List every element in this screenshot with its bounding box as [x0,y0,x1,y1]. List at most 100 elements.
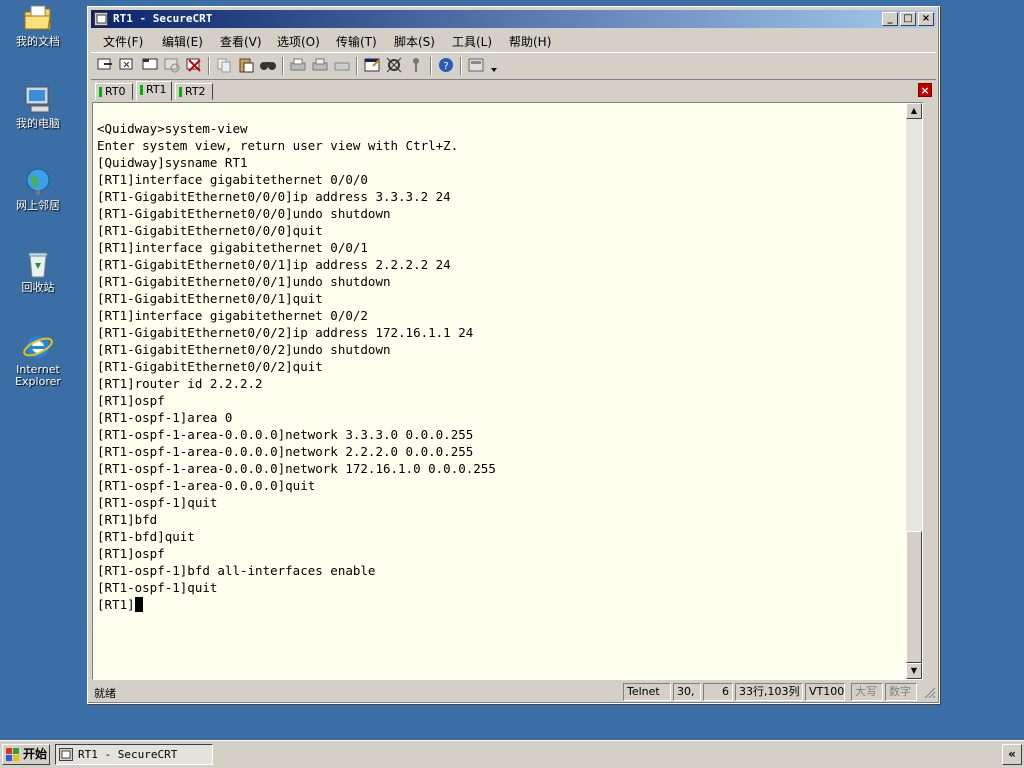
menu-tools[interactable]: 工具(L) [452,33,492,50]
terminal-line: [RT1-ospf-1-area-0.0.0.0]quit [97,478,316,493]
tab-rt1[interactable]: RT1 [136,81,172,101]
status-ready: 就绪 [94,687,116,700]
connect-in-tab-icon[interactable] [141,56,159,74]
global-options-icon[interactable] [385,56,403,74]
keymap-icon[interactable] [407,56,425,74]
svg-text:?: ? [443,61,448,72]
terminal-line: [RT1]interface gigabitethernet 0/0/1 [97,240,368,255]
terminal-cursor [134,597,143,612]
status-protocol: Telnet [623,683,671,701]
menu-help[interactable]: 帮助(H) [509,33,551,50]
tab-label: RT2 [185,85,206,98]
menu-script[interactable]: 脚本(S) [394,33,435,50]
disconnect-icon[interactable] [185,56,203,74]
help-icon[interactable]: ? [437,56,455,74]
desktop-icon-recycle-bin[interactable]: 回收站 [6,248,70,294]
terminal-line: [RT1-ospf-1]quit [97,495,218,510]
terminal-line: [RT1-GigabitEthernet0/0/0]quit [97,223,323,238]
desktop-icon-label: 回收站 [21,281,55,294]
menu-file[interactable]: 文件(F) [103,33,143,50]
status-size: 33行,103列 [735,683,803,701]
menu-edit[interactable]: 编辑(E) [162,33,203,50]
status-row: 30, [673,683,701,701]
securecrt-app-icon [59,748,73,761]
print-setup-icon[interactable] [333,56,351,74]
copy-icon[interactable] [215,56,233,74]
window-title: RT1 - SecureCRT [113,12,213,25]
network-places-icon [26,168,50,195]
terminal-line: [RT1-GigabitEthernet0/0/2]quit [97,359,323,374]
terminal-line: [RT1]interface gigabitethernet 0/0/0 [97,172,368,187]
desktop-icon-label: 网上邻居 [16,199,60,212]
toolbar-extra-icon[interactable] [467,56,485,74]
securecrt-window: RT1 - SecureCRT _ □ × 文件(F) 编辑(E) 查看(V) … [87,6,940,704]
close-button[interactable]: × [918,12,934,26]
terminal-line: [RT1]ospf [97,546,165,561]
desktop-icon-internet-explorer[interactable]: Internet Explorer [6,330,70,388]
start-button[interactable]: 开始 [2,744,50,765]
toolbar-separator [460,57,462,75]
resize-grip-icon[interactable] [924,687,936,699]
scroll-down-button[interactable]: ▼ [906,663,922,679]
menu-options[interactable]: 选项(O) [277,33,320,50]
taskbar: 开始 RT1 - SecureCRT « [0,740,1024,768]
tab-rt0[interactable]: RT0 [95,83,133,100]
toolbar-overflow-icon[interactable] [489,56,499,74]
securecrt-app-icon [94,12,108,26]
tab-status-indicator [179,87,182,97]
terminal-line: [RT1-ospf-1-area-0.0.0.0]network 3.3.3.0… [97,427,474,442]
tab-label: RT0 [105,85,126,98]
connect-icon[interactable] [96,56,114,74]
terminal-line: [RT1]bfd [97,512,158,527]
taskbar-item-securecrt[interactable]: RT1 - SecureCRT [55,744,213,765]
status-num-lock: 数字 [885,683,917,701]
tab-status-indicator [99,87,102,97]
terminal-line: [Quidway]sysname RT1 [97,155,248,170]
print-icon[interactable] [289,56,307,74]
reconnect-icon[interactable] [163,56,181,74]
terminal-output: <Quidway>system-view Enter system view, r… [97,120,496,613]
print-selection-icon[interactable] [311,56,329,74]
internet-explorer-icon [23,336,53,358]
terminal-line: [RT1-ospf-1]quit [97,580,218,595]
terminal-line: <Quidway>system-view [97,121,248,136]
terminal-line: [RT1-GigabitEthernet0/0/1]undo shutdown [97,274,391,289]
terminal-line: [RT1-GigabitEthernet0/0/2]undo shutdown [97,342,391,357]
my-computer-icon [25,86,50,113]
tab-rt2[interactable]: RT2 [175,83,213,100]
scroll-up-button[interactable]: ▲ [906,103,922,119]
status-col: 6 [703,683,733,701]
desktop-icon-my-documents[interactable]: 我的文档 [6,2,70,48]
terminal-line: [RT1-GigabitEthernet0/0/1]ip address 2.2… [97,257,451,272]
terminal-line: [RT1]ospf [97,393,165,408]
session-tab-bar: RT0 RT1 RT2 × [91,81,936,101]
paste-icon[interactable] [237,56,255,74]
minimize-button[interactable]: _ [882,12,898,26]
desktop-icon-my-computer[interactable]: 我的电脑 [6,84,70,130]
menu-view[interactable]: 查看(V) [220,33,262,50]
desktop-icon-label: 我的电脑 [16,117,60,130]
vertical-scrollbar[interactable]: ▲ ▼ [906,103,922,679]
menu-transfer[interactable]: 传输(T) [336,33,377,50]
scrollbar-thumb[interactable] [906,531,922,663]
terminal-line: [RT1-GigabitEthernet0/0/0]undo shutdown [97,206,391,221]
menu-bar: 文件(F) 编辑(E) 查看(V) 选项(O) 传输(T) 脚本(S) 工具(L… [91,31,936,50]
toolbar-separator [282,57,284,75]
tray-expand-button[interactable]: « [1002,744,1022,765]
taskbar-item-label: RT1 - SecureCRT [78,748,178,761]
terminal-line: [RT1-GigabitEthernet0/0/1]quit [97,291,323,306]
desktop-icon-network-places[interactable]: 网上邻居 [6,166,70,212]
close-tab-button[interactable]: × [918,83,932,97]
terminal-area[interactable]: <Quidway>system-view Enter system view, r… [92,102,923,680]
terminal-line: [RT1]interface gigabitethernet 0/0/2 [97,308,368,323]
find-icon[interactable] [259,56,277,74]
quick-connect-icon[interactable] [118,56,136,74]
terminal-line: [RT1-ospf-1]area 0 [97,410,233,425]
terminal-line: [RT1]router id 2.2.2.2 [97,376,263,391]
session-options-icon[interactable] [363,56,381,74]
title-bar[interactable]: RT1 - SecureCRT _ □ × [91,10,936,28]
terminal-line: [RT1-GigabitEthernet0/0/2]ip address 172… [97,325,474,340]
status-caps-lock: 大写 [851,683,883,701]
terminal-line: [RT1-ospf-1-area-0.0.0.0]network 172.16.… [97,461,496,476]
maximize-button[interactable]: □ [900,12,916,26]
